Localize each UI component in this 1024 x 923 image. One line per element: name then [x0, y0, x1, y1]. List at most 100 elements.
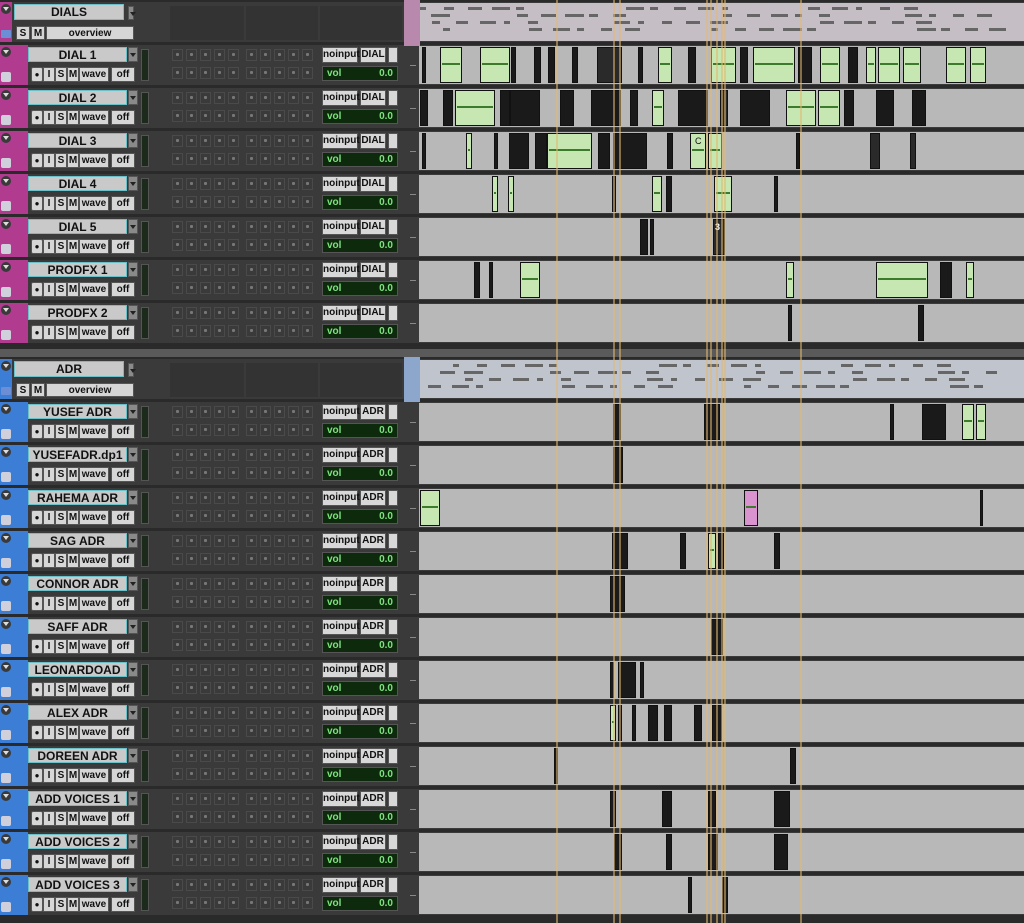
- insert-slot[interactable]: [200, 92, 211, 104]
- volume-readout[interactable]: vol 0.0: [322, 66, 398, 81]
- send-slot[interactable]: [288, 510, 299, 522]
- audio-clip[interactable]: [774, 834, 788, 870]
- send-slot[interactable]: [274, 897, 285, 909]
- audio-clip[interactable]: [547, 133, 592, 169]
- insert-slot[interactable]: [214, 768, 225, 780]
- insert-slot[interactable]: [172, 768, 183, 780]
- audio-clip[interactable]: [694, 705, 702, 741]
- output-pan-icon[interactable]: [388, 305, 398, 321]
- send-slot[interactable]: [302, 725, 313, 737]
- insert-slot[interactable]: [200, 510, 211, 522]
- record-button[interactable]: ●: [31, 596, 43, 611]
- insert-slot[interactable]: [214, 221, 225, 233]
- insert-slot[interactable]: [186, 239, 197, 251]
- audio-clip[interactable]: [774, 791, 790, 827]
- output-pan-icon[interactable]: [388, 619, 398, 635]
- output-pan-icon[interactable]: [388, 705, 398, 721]
- insert-slot[interactable]: [228, 725, 239, 737]
- send-slot[interactable]: [260, 639, 271, 651]
- send-slot[interactable]: [302, 707, 313, 719]
- track-name-menu[interactable]: [128, 262, 138, 277]
- send-slot[interactable]: [274, 836, 285, 848]
- insert-slot[interactable]: [186, 406, 197, 418]
- mute-button[interactable]: M: [67, 110, 79, 125]
- insert-slot[interactable]: [228, 49, 239, 61]
- send-slot[interactable]: [246, 578, 257, 590]
- audio-clip[interactable]: [788, 305, 792, 341]
- insert-slot[interactable]: [214, 854, 225, 866]
- output-selector[interactable]: DIAL: [360, 219, 386, 235]
- insert-slot[interactable]: [214, 639, 225, 651]
- insert-slot[interactable]: [228, 897, 239, 909]
- solo-button[interactable]: S: [55, 553, 67, 568]
- insert-slot[interactable]: [172, 897, 183, 909]
- send-slot[interactable]: [274, 639, 285, 651]
- send-slot[interactable]: [288, 836, 299, 848]
- audio-clip[interactable]: [510, 90, 540, 126]
- record-button[interactable]: ●: [31, 682, 43, 697]
- solo-button[interactable]: S: [55, 325, 67, 340]
- input-monitor-button[interactable]: I: [43, 725, 55, 740]
- insert-slot[interactable]: [214, 621, 225, 633]
- send-slot[interactable]: [274, 239, 285, 251]
- insert-slot[interactable]: [172, 510, 183, 522]
- insert-slot[interactable]: [172, 467, 183, 479]
- audio-clip[interactable]: [500, 90, 510, 126]
- track-collapse-arrow-icon[interactable]: [1, 877, 11, 887]
- mute-button[interactable]: M: [67, 682, 79, 697]
- track-name[interactable]: DIAL 2: [28, 90, 127, 105]
- track-name-menu[interactable]: [128, 176, 138, 191]
- audio-clip[interactable]: [678, 90, 708, 126]
- insert-slot[interactable]: [186, 221, 197, 233]
- send-slot[interactable]: [260, 325, 271, 337]
- output-pan-icon[interactable]: [388, 533, 398, 549]
- insert-slot[interactable]: [200, 682, 211, 694]
- group-solo-button[interactable]: S: [16, 383, 30, 397]
- output-selector[interactable]: ADR: [360, 705, 386, 721]
- record-button[interactable]: ●: [31, 325, 43, 340]
- send-slot[interactable]: [260, 836, 271, 848]
- insert-slot[interactable]: [186, 682, 197, 694]
- send-slot[interactable]: [274, 492, 285, 504]
- send-slot[interactable]: [260, 768, 271, 780]
- audio-clip[interactable]: [508, 176, 514, 212]
- send-slot[interactable]: [246, 879, 257, 891]
- volume-readout[interactable]: vol 0.0: [322, 724, 398, 739]
- output-selector[interactable]: ADR: [360, 447, 386, 463]
- send-slot[interactable]: [288, 492, 299, 504]
- audio-clip[interactable]: [652, 90, 664, 126]
- solo-button[interactable]: S: [55, 811, 67, 826]
- insert-slot[interactable]: [186, 67, 197, 79]
- insert-slot[interactable]: [200, 578, 211, 590]
- send-slot[interactable]: [288, 596, 299, 608]
- solo-button[interactable]: S: [55, 596, 67, 611]
- track-collapse-arrow-icon[interactable]: [1, 133, 11, 143]
- insert-slot[interactable]: [214, 424, 225, 436]
- send-slot[interactable]: [260, 178, 271, 190]
- mute-button[interactable]: M: [67, 811, 79, 826]
- send-slot[interactable]: [274, 282, 285, 294]
- audio-clip[interactable]: [818, 90, 840, 126]
- audio-clip[interactable]: [480, 47, 510, 83]
- insert-slot[interactable]: [214, 449, 225, 461]
- insert-slot[interactable]: [200, 196, 211, 208]
- insert-slot[interactable]: [228, 879, 239, 891]
- send-slot[interactable]: [302, 178, 313, 190]
- audio-clip[interactable]: [946, 47, 966, 83]
- input-selector[interactable]: noinput: [322, 219, 360, 235]
- send-slot[interactable]: [302, 664, 313, 676]
- volume-readout[interactable]: vol 0.0: [322, 853, 398, 868]
- send-slot[interactable]: [260, 510, 271, 522]
- track-name[interactable]: ALEX ADR: [28, 705, 127, 720]
- insert-slot[interactable]: [186, 49, 197, 61]
- output-pan-icon[interactable]: [388, 262, 398, 278]
- send-slot[interactable]: [274, 879, 285, 891]
- send-slot[interactable]: [302, 854, 313, 866]
- insert-slot[interactable]: [228, 596, 239, 608]
- insert-slot[interactable]: [200, 553, 211, 565]
- insert-slot[interactable]: [214, 682, 225, 694]
- insert-slot[interactable]: [228, 178, 239, 190]
- audio-clip[interactable]: [535, 133, 547, 169]
- insert-slot[interactable]: [228, 553, 239, 565]
- send-slot[interactable]: [274, 467, 285, 479]
